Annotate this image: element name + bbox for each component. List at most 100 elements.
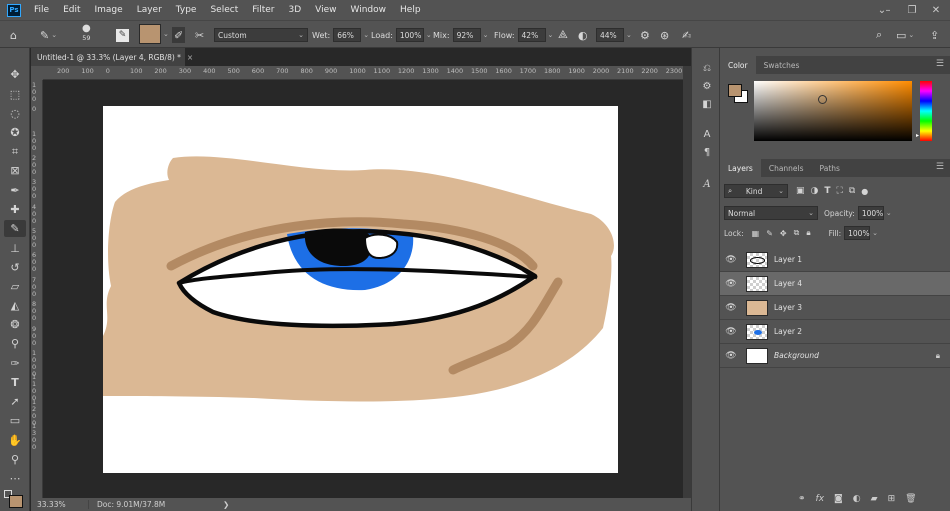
new-group-icon[interactable]: ▰ xyxy=(871,494,878,504)
menu-item-image[interactable]: Image xyxy=(88,5,130,15)
quick-selection-tool-icon[interactable]: ✪ xyxy=(4,124,26,141)
rectangle-tool-icon[interactable]: ▭ xyxy=(4,412,26,429)
search-icon[interactable]: ⌕ xyxy=(876,27,882,43)
glyphs-panel-icon[interactable]: A xyxy=(698,176,716,192)
zoom-readout[interactable]: 33.33% xyxy=(31,500,89,509)
layer-row[interactable]: 👁︎ Layer 4 xyxy=(720,272,950,296)
add-mask-icon[interactable]: ◙ xyxy=(834,494,843,504)
properties-panel-icon[interactable]: ⚙ xyxy=(698,78,716,94)
history-brush-tool-icon[interactable]: ↺ xyxy=(4,259,26,276)
lock-position-icon[interactable]: ✥ xyxy=(780,229,787,238)
frame-tool-icon[interactable]: ⊠ xyxy=(4,162,26,179)
tab-swatches[interactable]: Swatches xyxy=(756,56,808,74)
filter-shape-icon[interactable]: ⛶ xyxy=(837,186,843,196)
new-layer-icon[interactable]: ⊞ xyxy=(888,494,896,504)
menu-item-filter[interactable]: Filter xyxy=(245,5,281,15)
minimize-button[interactable]: – xyxy=(876,0,900,20)
layer-row[interactable]: 👁︎ Background 🔒︎ xyxy=(720,344,950,368)
vertical-ruler[interactable]: 100 0 100 200 300 400 500 600 700 800 900 1000 1100 1… xyxy=(31,80,43,498)
foreground-color-swatch[interactable] xyxy=(9,495,23,508)
paragraph-panel-icon[interactable]: ¶ xyxy=(698,144,716,160)
filter-adjustment-icon[interactable]: ◑ xyxy=(811,186,819,196)
layers-panel-menu-icon[interactable]: ☰ xyxy=(936,162,944,172)
clone-stamp-tool-icon[interactable]: ⊥ xyxy=(4,240,26,257)
brush-panel-icon[interactable]: ✎ xyxy=(116,27,129,43)
color-panel-menu-icon[interactable]: ☰ xyxy=(936,59,944,69)
menu-item-edit[interactable]: Edit xyxy=(56,5,87,15)
eyedropper-tool-icon[interactable]: ✒ xyxy=(4,182,26,199)
filter-toggle-icon[interactable]: ● xyxy=(861,187,868,196)
tab-layers[interactable]: Layers xyxy=(720,159,761,177)
preset-select[interactable]: Custom ⌄ xyxy=(214,27,308,43)
delete-layer-icon[interactable]: 🗑︎ xyxy=(905,494,916,504)
blend-mode-select[interactable]: Normal ⌄ xyxy=(724,206,818,220)
ruler-origin[interactable] xyxy=(31,66,43,80)
path-selection-tool-icon[interactable]: ➚ xyxy=(4,393,26,410)
angle-control[interactable]: 44% ⌄ xyxy=(596,27,632,43)
hue-slider[interactable] xyxy=(920,81,932,141)
mixer-brush-tool-icon[interactable]: ✎ xyxy=(4,220,26,237)
lasso-tool-icon[interactable]: ◌ xyxy=(4,105,26,122)
settings-gear-icon[interactable]: ⚙ xyxy=(640,27,650,43)
workspace-icon[interactable]: ▭ ⌄ xyxy=(896,27,914,43)
visibility-eye-icon[interactable]: 👁︎ xyxy=(720,255,742,265)
tab-channels[interactable]: Channels xyxy=(761,159,812,177)
fill-field[interactable]: 100% xyxy=(844,226,871,240)
load-color-swatch[interactable]: ⌄ xyxy=(139,24,169,44)
angle-icon[interactable]: ◐ xyxy=(578,27,588,43)
character-panel-icon[interactable]: A xyxy=(698,126,716,142)
wet-control[interactable]: Wet: 66% ⌄ xyxy=(312,27,369,43)
menu-item-3d[interactable]: 3D xyxy=(282,5,309,15)
load-value[interactable]: 100% xyxy=(400,31,421,40)
new-adjustment-icon[interactable]: ◐ xyxy=(853,494,861,504)
color-foreground-swatch[interactable] xyxy=(728,84,742,97)
vertical-scrollbar[interactable] xyxy=(683,66,691,498)
layer-row[interactable]: 👁︎ Layer 3 xyxy=(720,296,950,320)
filter-smart-object-icon[interactable]: ⧉ xyxy=(849,186,855,196)
menu-item-layer[interactable]: Layer xyxy=(130,5,169,15)
menu-item-select[interactable]: Select xyxy=(203,5,245,15)
mix-value[interactable]: 92% xyxy=(457,31,474,40)
eraser-tool-icon[interactable]: ▱ xyxy=(4,278,26,295)
lock-transparency-icon[interactable]: ▦ xyxy=(752,229,760,238)
dodge-tool-icon[interactable]: ⚲ xyxy=(4,335,26,352)
move-tool-icon[interactable]: ✥ xyxy=(4,66,26,83)
layer-row[interactable]: 👁︎ Layer 2 xyxy=(720,320,950,344)
close-button[interactable]: ✕ xyxy=(924,0,948,20)
type-tool-icon[interactable]: T xyxy=(4,374,26,391)
close-tab-icon[interactable]: × xyxy=(187,53,193,62)
angle-value[interactable]: 44% xyxy=(600,31,617,40)
pen-tool-icon[interactable]: ✑ xyxy=(4,355,26,372)
layer-row[interactable]: 👁︎ Layer 1 xyxy=(720,248,950,272)
menu-item-window[interactable]: Window xyxy=(344,5,394,15)
status-menu-arrow[interactable]: ❯ xyxy=(199,500,229,509)
airbrush-icon[interactable]: ⟁ xyxy=(558,27,568,43)
crop-tool-icon[interactable]: ⌗ xyxy=(4,143,26,160)
healing-brush-tool-icon[interactable]: ✚ xyxy=(4,201,26,218)
lock-artboard-icon[interactable]: ⧉ xyxy=(794,228,800,238)
pressure-icon[interactable]: ✍ xyxy=(682,27,691,43)
link-layers-icon[interactable]: ⚭ xyxy=(798,494,806,504)
flow-value[interactable]: 42% xyxy=(522,31,539,40)
document-tab[interactable]: Untitled-1 @ 33.3% (Layer 4, RGB/8) * × xyxy=(31,48,193,66)
clean-brush-icon[interactable]: ✂ xyxy=(195,27,204,43)
horizontal-ruler[interactable]: 200 100 0 100 200 300 400 500 600 700 800 900 1000 11… xyxy=(43,66,683,80)
more-tools-icon[interactable]: ⋯ xyxy=(4,470,26,487)
menu-item-view[interactable]: View xyxy=(308,5,343,15)
brush-size-picker[interactable]: ● 59 xyxy=(82,23,91,45)
document-canvas[interactable] xyxy=(103,106,618,473)
flow-control[interactable]: Flow: 42% ⌄ xyxy=(494,27,553,43)
hue-slider-handle[interactable]: ▸ xyxy=(916,132,919,139)
visibility-eye-icon[interactable]: 👁︎ xyxy=(720,327,742,337)
history-panel-icon[interactable]: ⎌ xyxy=(698,60,716,76)
tab-color[interactable]: Color xyxy=(720,56,756,74)
visibility-eye-icon[interactable]: 👁︎ xyxy=(720,303,742,313)
visibility-eye-icon[interactable]: 👁︎ xyxy=(720,279,742,289)
paint-bucket-tool-icon[interactable]: ◭ xyxy=(4,297,26,314)
opacity-field[interactable]: 100% xyxy=(857,206,884,220)
filter-kind-select[interactable]: ⌕ Kind ⌄ xyxy=(724,184,788,198)
load-control[interactable]: Load: 100% ⌄ xyxy=(371,27,432,43)
lock-pixels-icon[interactable]: ✎ xyxy=(766,229,773,238)
lock-all-icon[interactable]: 🔒︎ xyxy=(806,228,810,238)
layer-lock-icon[interactable]: 🔒︎ xyxy=(936,351,940,361)
